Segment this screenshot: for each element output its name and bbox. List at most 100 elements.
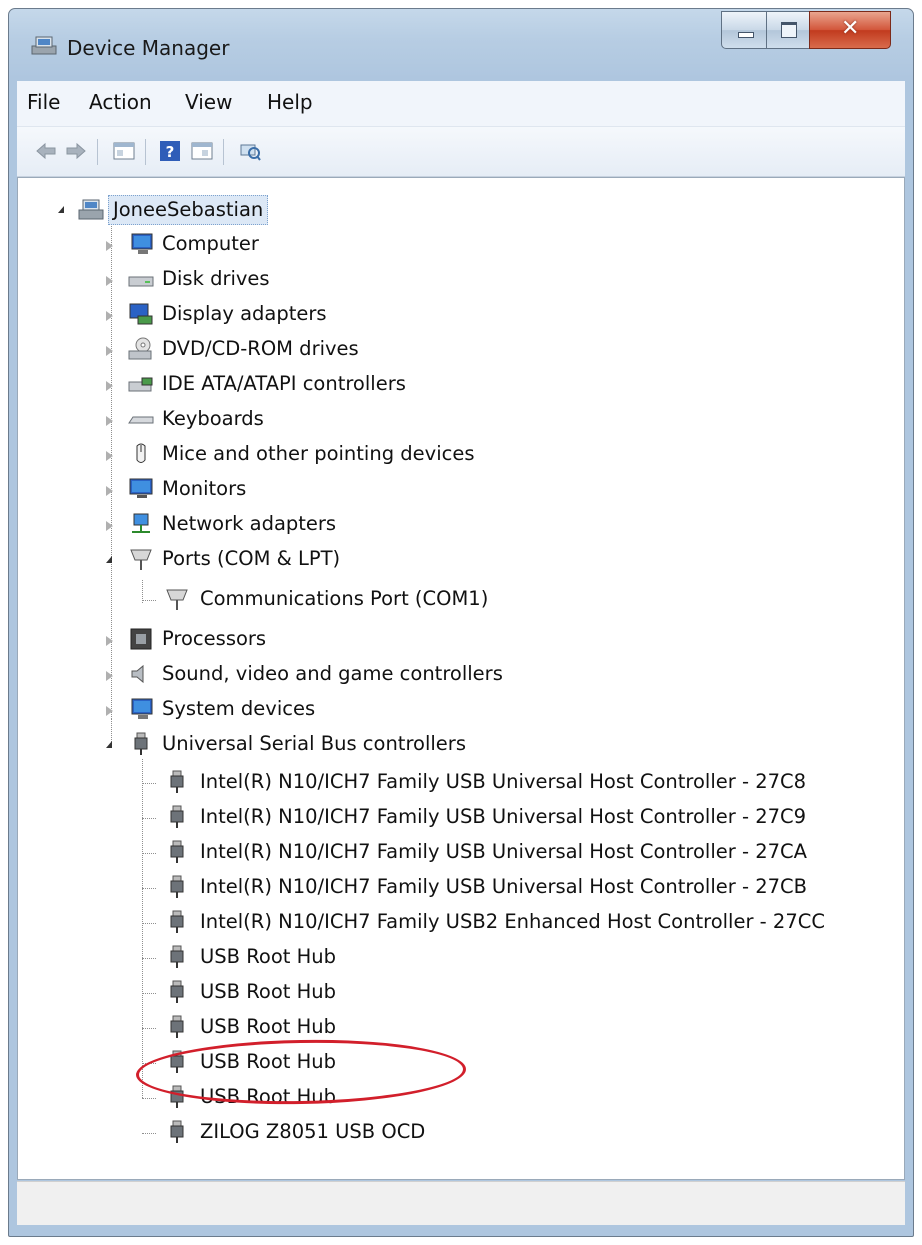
tree-category-label: Display adapters bbox=[162, 302, 327, 325]
toolbar-separator bbox=[97, 139, 98, 165]
tree-root-label: JoneeSebastian bbox=[108, 195, 269, 225]
usb-icon bbox=[170, 1120, 184, 1143]
collapse-arrow-icon[interactable] bbox=[106, 556, 112, 563]
collapse-arrow-icon[interactable] bbox=[106, 741, 112, 748]
title-bar[interactable]: Device Manager ✕ bbox=[9, 9, 913, 81]
help-icon[interactable]: ? bbox=[159, 141, 181, 161]
tree-line bbox=[142, 958, 156, 959]
view-icon[interactable] bbox=[191, 141, 213, 161]
processor-icon bbox=[130, 628, 152, 650]
expand-arrow-icon[interactable] bbox=[106, 671, 113, 681]
dvd-drive-icon bbox=[128, 337, 152, 360]
tree-device-label: Intel(R) N10/ICH7 Family USB Universal H… bbox=[200, 875, 807, 898]
tree-line bbox=[142, 1098, 156, 1099]
usb-icon bbox=[170, 805, 184, 828]
device-manager-window: Device Manager ✕ File Action View Help ?… bbox=[8, 8, 914, 1237]
usb-icon bbox=[170, 875, 184, 898]
monitor-icon bbox=[129, 478, 153, 498]
tree-line bbox=[142, 1133, 156, 1134]
status-bar bbox=[17, 1181, 905, 1225]
back-icon[interactable] bbox=[35, 141, 57, 161]
close-button[interactable]: ✕ bbox=[809, 11, 891, 49]
expand-arrow-icon[interactable] bbox=[106, 276, 113, 286]
expand-arrow-icon[interactable] bbox=[106, 416, 113, 426]
tree-device-label: ZILOG Z8051 USB OCD bbox=[200, 1120, 426, 1143]
maximize-button[interactable] bbox=[766, 11, 810, 49]
tree-line bbox=[142, 600, 156, 601]
system-device-icon bbox=[131, 698, 153, 719]
tree-device-label: Intel(R) N10/ICH7 Family USB Universal H… bbox=[200, 805, 807, 828]
tree-line bbox=[142, 759, 143, 1098]
menu-file[interactable]: File bbox=[27, 90, 60, 114]
speaker-icon bbox=[131, 664, 144, 684]
computer-icon bbox=[131, 233, 153, 254]
tree-line bbox=[142, 888, 156, 889]
usb-icon bbox=[170, 840, 184, 863]
menu-help[interactable]: Help bbox=[267, 90, 313, 114]
tree-category-label: DVD/CD-ROM drives bbox=[162, 337, 359, 360]
tree-category-label: Sound, video and game controllers bbox=[162, 662, 503, 685]
network-adapter-icon bbox=[132, 513, 150, 533]
expand-arrow-icon[interactable] bbox=[106, 451, 113, 461]
tree-category-label: Network adapters bbox=[162, 512, 337, 535]
tree-category-label: Monitors bbox=[162, 477, 247, 500]
usb-icon bbox=[170, 945, 184, 968]
ide-controller-icon bbox=[128, 377, 153, 392]
minimize-icon bbox=[738, 32, 754, 38]
expand-arrow-icon[interactable] bbox=[106, 521, 113, 531]
svg-text:?: ? bbox=[166, 143, 175, 161]
menu-bar: File Action View Help bbox=[17, 81, 905, 127]
toolbar-separator bbox=[145, 139, 146, 165]
computer-root-icon bbox=[78, 199, 104, 220]
maximize-icon bbox=[781, 22, 797, 38]
tree-line bbox=[142, 818, 156, 819]
close-icon: ✕ bbox=[841, 16, 860, 41]
port-icon bbox=[130, 549, 152, 570]
scan-hardware-icon[interactable] bbox=[239, 141, 261, 161]
expand-arrow-icon[interactable] bbox=[106, 381, 113, 391]
properties-icon[interactable] bbox=[113, 141, 135, 161]
tree-line bbox=[142, 783, 156, 784]
menu-action[interactable]: Action bbox=[89, 90, 152, 114]
display-adapter-icon bbox=[129, 303, 153, 325]
expand-arrow-icon[interactable] bbox=[106, 346, 113, 356]
tree-category-label: Disk drives bbox=[162, 267, 270, 290]
keyboard-icon bbox=[128, 416, 154, 424]
tree-device-label: Intel(R) N10/ICH7 Family USB2 Enhanced H… bbox=[200, 910, 825, 933]
usb-icon bbox=[170, 980, 184, 1003]
tree-device-label: Intel(R) N10/ICH7 Family USB Universal H… bbox=[200, 770, 807, 793]
expand-arrow-icon[interactable] bbox=[106, 706, 113, 716]
tree-line bbox=[142, 853, 156, 854]
expand-arrow-icon[interactable] bbox=[106, 636, 113, 646]
mouse-icon bbox=[136, 443, 146, 463]
usb-icon bbox=[170, 770, 184, 793]
forward-icon[interactable] bbox=[65, 141, 87, 161]
disk-drive-icon bbox=[128, 276, 154, 287]
toolbar-separator bbox=[223, 139, 224, 165]
menu-view[interactable]: View bbox=[185, 90, 232, 114]
tree-device-label: Communications Port (COM1) bbox=[200, 587, 489, 610]
tree-device-label: USB Root Hub bbox=[200, 1015, 337, 1038]
toolbar: ? bbox=[17, 127, 905, 177]
usb-icon bbox=[170, 1015, 184, 1038]
tree-line bbox=[142, 993, 156, 994]
expand-arrow-icon[interactable] bbox=[106, 486, 113, 496]
tree-category-label: Computer bbox=[162, 232, 259, 255]
tree-category-label: System devices bbox=[162, 697, 316, 720]
expand-arrow-icon[interactable] bbox=[106, 241, 113, 251]
tree-category-label: Processors bbox=[162, 627, 267, 650]
tree-category-label: Ports (COM & LPT) bbox=[162, 547, 341, 570]
tree-line bbox=[142, 923, 156, 924]
tree-category-label: Universal Serial Bus controllers bbox=[162, 732, 466, 755]
minimize-button[interactable] bbox=[721, 11, 767, 49]
expand-arrow-icon[interactable] bbox=[106, 311, 113, 321]
port-icon bbox=[166, 589, 188, 610]
device-manager-icon bbox=[31, 36, 57, 55]
device-tree-pane[interactable]: JoneeSebastian Computer Disk drives Disp… bbox=[17, 177, 905, 1180]
tree-device-label: USB Root Hub bbox=[200, 945, 337, 968]
usb-icon bbox=[134, 732, 148, 755]
tree-category-label: IDE ATA/ATAPI controllers bbox=[162, 372, 406, 395]
window-title: Device Manager bbox=[67, 36, 230, 60]
usb-icon bbox=[170, 910, 184, 933]
collapse-arrow-icon[interactable] bbox=[58, 206, 64, 213]
